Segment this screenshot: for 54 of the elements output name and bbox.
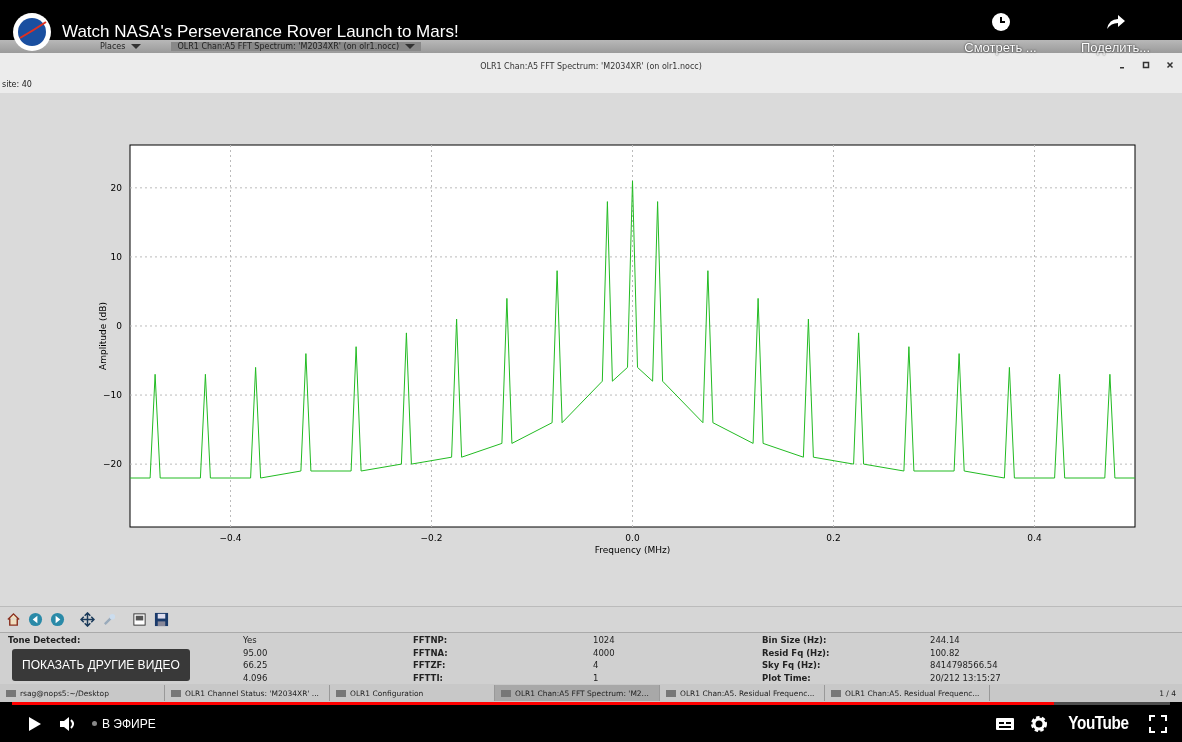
forward-icon[interactable] (50, 612, 65, 627)
youtube-logo[interactable]: YouTube (1068, 713, 1129, 734)
panel-window-button[interactable]: OLR1 Chan:A5 FFT Spectrum: 'M2034XR' (on olr1.nocc) (171, 42, 422, 51)
pan-icon[interactable] (80, 612, 95, 627)
y-tick-label: −10 (103, 390, 122, 401)
more-videos-button[interactable]: ПОКАЗАТЬ ДРУГИЕ ВИДЕО (12, 649, 190, 681)
stat-label: Tone Detected: (7, 635, 82, 646)
caret-icon (405, 44, 416, 49)
maximize-icon[interactable] (1142, 61, 1150, 69)
clock-icon (990, 12, 1011, 32)
stat-value: 4.096 (243, 672, 269, 683)
x-tick-label: 0.0 (625, 533, 640, 543)
y-tick-label: −20 (103, 459, 122, 470)
stat-value: 4000 (593, 647, 616, 658)
stat-value: 4 (593, 660, 600, 671)
y-tick-label: 0 (116, 321, 122, 331)
window-title: OLR1 Chan:A5 FFT Spectrum: 'M2034XR' (on olr1.nocc) (480, 62, 702, 71)
y-axis-label: Amplitude (dB) (98, 302, 108, 370)
stat-value: 1024 (593, 635, 616, 646)
x-tick-label: 0.2 (826, 533, 841, 543)
save-icon[interactable] (154, 612, 169, 627)
x-tick-label: −0.2 (420, 533, 443, 543)
fullscreen-icon[interactable] (1148, 713, 1168, 734)
stat-label: Plot Time: (762, 672, 812, 683)
stat-value: 8414798566.54 (930, 660, 999, 671)
stat-label: FFTTI: (413, 672, 444, 683)
stat-label: FFTNP: (413, 635, 449, 646)
y-tick-label: 10 (110, 251, 122, 262)
stat-label: Sky Fq (Hz): (762, 660, 822, 671)
panel-menu[interactable]: Places (100, 42, 142, 51)
y-tick-label: 20 (110, 182, 122, 193)
live-indicator[interactable]: В ЭФИРЕ (92, 716, 156, 731)
channel-avatar-icon[interactable] (12, 12, 52, 52)
stat-value: 66.25 (243, 660, 269, 671)
x-tick-label: −0.4 (219, 533, 242, 543)
close-icon[interactable] (1166, 61, 1174, 69)
x-axis-label: Frequency (MHz) (594, 545, 671, 555)
stat-label: Bin Size (Hz): (762, 635, 828, 646)
stat-label: FFTNA: (413, 647, 449, 658)
stat-value: 244.14 (930, 635, 961, 646)
caret-icon (131, 44, 142, 49)
stat-label: Resid Fq (Hz): (762, 647, 831, 658)
settings-icon[interactable] (1029, 713, 1050, 734)
stat-value: 95.00 (243, 647, 269, 658)
x-tick-label: 0.4 (1027, 533, 1042, 543)
stat-label: FFTZF: (413, 660, 447, 671)
home-icon[interactable] (6, 612, 21, 627)
stat-value: Yes (243, 635, 258, 646)
stat-value: 1 (593, 672, 600, 683)
video-title[interactable]: Watch NASA's Perseverance Rover Launch to Mars! (62, 22, 459, 42)
back-icon[interactable] (28, 612, 43, 627)
stat-value: 100.82 (930, 647, 961, 658)
stat-value: 20/212 13:15:27 (930, 672, 1002, 683)
site-label: site: 40 (2, 80, 32, 89)
